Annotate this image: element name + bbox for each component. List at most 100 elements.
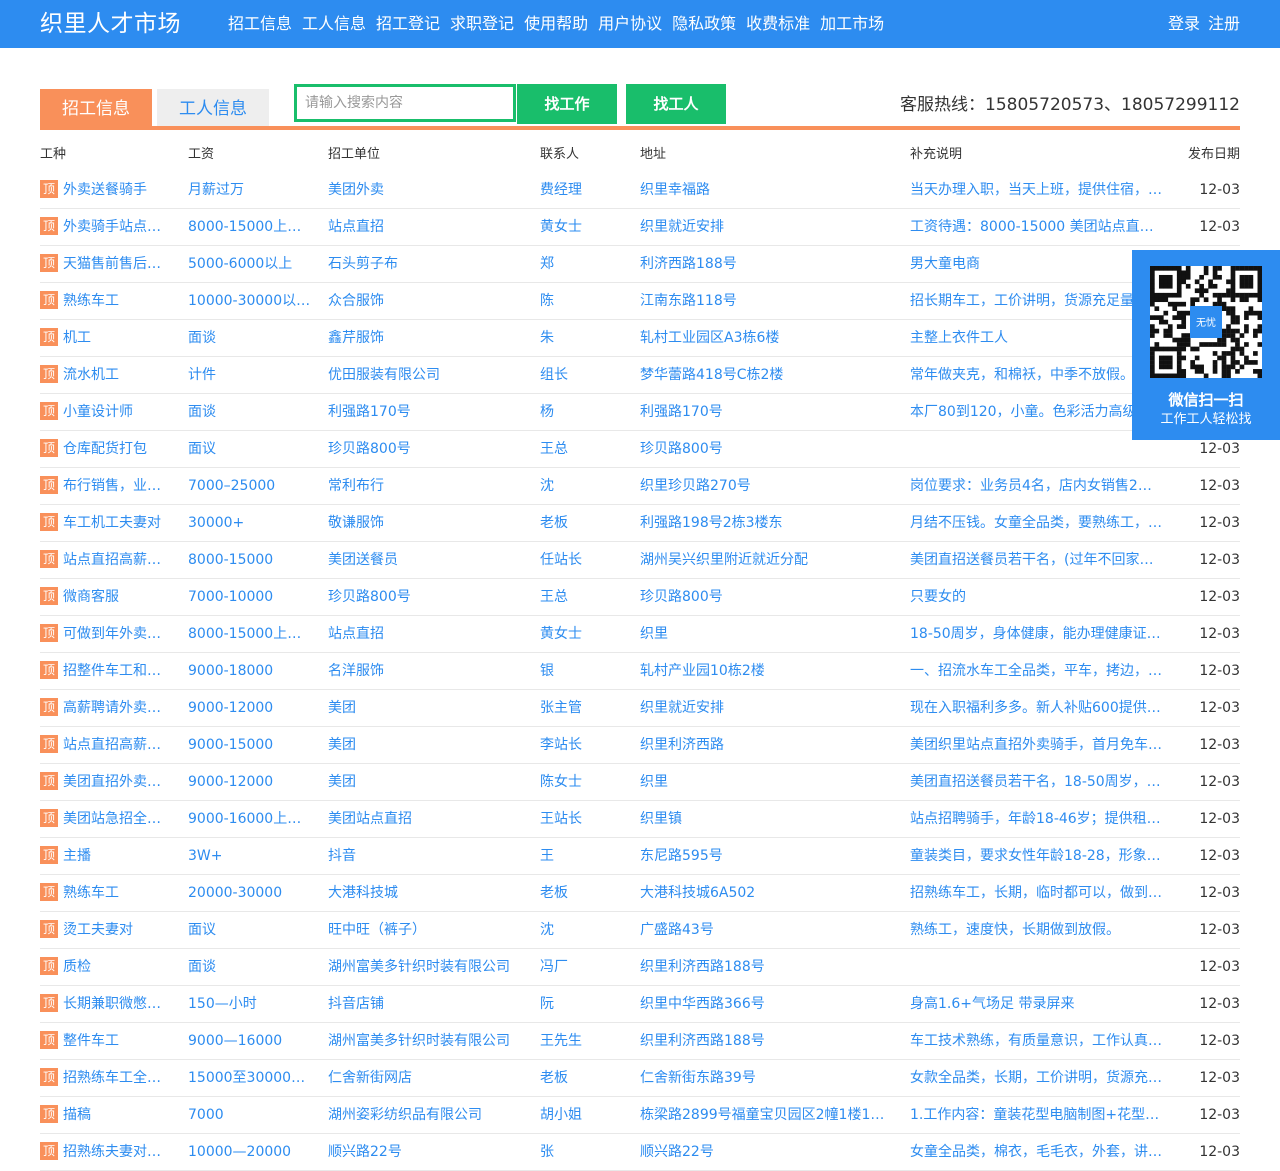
- cell-wage[interactable]: 20000-30000: [188, 875, 312, 911]
- cell-note[interactable]: 只要女的: [910, 579, 1165, 615]
- cell-wage[interactable]: 10000-30000以…: [188, 283, 312, 319]
- cell-job-type[interactable]: 顶招熟练车工全…: [40, 1060, 175, 1096]
- cell-job-type[interactable]: 顶流水机工: [40, 357, 175, 393]
- cell-address[interactable]: 轧村产业园10栋2楼: [640, 653, 890, 689]
- cell-address[interactable]: 织里利济西路: [640, 727, 890, 763]
- cell-company[interactable]: 站点直招: [328, 209, 528, 245]
- cell-company[interactable]: 敬谦服饰: [328, 505, 528, 541]
- cell-job-type[interactable]: 顶可做到年外卖…: [40, 616, 175, 652]
- cell-address[interactable]: 大港科技城6A502: [640, 875, 890, 911]
- cell-wage[interactable]: 9000-12000: [188, 764, 312, 800]
- cell-address[interactable]: 织里: [640, 764, 890, 800]
- table-row[interactable]: 顶流水机工 计件 优田服装有限公司 组长 梦华蕾路418号C栋2楼 常年做夹克，和棉袄，中…: [40, 357, 1240, 394]
- cell-wage[interactable]: 计件: [188, 357, 312, 393]
- cell-wage[interactable]: 8000-15000: [188, 542, 312, 578]
- cell-wage[interactable]: 9000-18000: [188, 653, 312, 689]
- cell-address[interactable]: 广盛路43号: [640, 912, 890, 948]
- cell-contact[interactable]: 沈: [540, 468, 630, 504]
- cell-wage[interactable]: 30000+: [188, 505, 312, 541]
- job-type-text[interactable]: 烫工夫妻对: [63, 922, 133, 938]
- cell-contact[interactable]: 黄女士: [540, 616, 630, 652]
- cell-company[interactable]: 顺兴路22号: [328, 1134, 528, 1170]
- cell-address[interactable]: 利强路170号: [640, 394, 890, 430]
- cell-wage[interactable]: 面议: [188, 431, 312, 467]
- job-type-text[interactable]: 招整件车工和…: [63, 663, 161, 679]
- table-row[interactable]: 顶主播 3W+ 抖音王东尼路595号 童装类目，要求女性年龄18-28，形象… 12-0…: [40, 838, 1240, 875]
- table-row[interactable]: 顶招熟练车工全… 15000至30000… 仁舍新街网店 老板 仁舍新街东路39号 女款全…: [40, 1060, 1240, 1097]
- nav-privacy-policy[interactable]: 隐私政策: [672, 12, 736, 36]
- cell-job-type[interactable]: 顶烫工夫妻对: [40, 912, 175, 948]
- cell-address[interactable]: 织里镇: [640, 801, 890, 837]
- cell-note[interactable]: 18-50周岁，身体健康，能办理健康证…: [910, 616, 1165, 652]
- table-row[interactable]: 顶站点直招高薪… 8000-15000 美团送餐员 任站长 湖州吴兴织里附近就近分配 美团…: [40, 542, 1240, 579]
- cell-note[interactable]: 招熟练车工，长期，临时都可以，做到…: [910, 875, 1165, 911]
- cell-contact[interactable]: 王: [540, 838, 630, 874]
- job-type-text[interactable]: 站点直招高薪…: [63, 737, 161, 753]
- cell-contact[interactable]: 黄女士: [540, 209, 630, 245]
- cell-job-type[interactable]: 顶招整件车工和…: [40, 653, 175, 689]
- cell-job-type[interactable]: 顶小童设计师: [40, 394, 175, 430]
- table-row[interactable]: 顶外卖骑手站点… 8000-15000上不… 站点直招 黄女士 织里就近安排 工资待遇：8…: [40, 209, 1240, 246]
- nav-job-info[interactable]: 招工信息: [228, 12, 292, 36]
- cell-contact[interactable]: 王总: [540, 579, 630, 615]
- cell-address[interactable]: 顺兴路22号: [640, 1134, 890, 1170]
- cell-company[interactable]: 美团: [328, 690, 528, 726]
- cell-note[interactable]: 月结不压钱。女童全品类，要熟练工，…: [910, 505, 1165, 541]
- cell-contact[interactable]: 银: [540, 653, 630, 689]
- cell-note[interactable]: 女款全品类，长期，工价讲明，货源充…: [910, 1060, 1165, 1096]
- job-type-text[interactable]: 长期兼职微憋…: [63, 996, 161, 1012]
- table-row[interactable]: 顶布行销售，业… 7000–25000 常利布行沈织里珍贝路270号 岗位要求：业务员…: [40, 468, 1240, 505]
- cell-company[interactable]: 大港科技城: [328, 875, 528, 911]
- cell-contact[interactable]: 老板: [540, 875, 630, 911]
- cell-contact[interactable]: 李站长: [540, 727, 630, 763]
- table-row[interactable]: 顶天猫售前售后… 5000-6000以上 石头剪子布郑利济西路188号 男大童电商: [40, 246, 1240, 283]
- cell-note[interactable]: 车工技术熟练，有质量意识，工作认真…: [910, 1023, 1165, 1059]
- table-row[interactable]: 顶美团站急招全… 9000-16000上不… 美团站点直招 王站长 织里镇 站点招聘骑手，…: [40, 801, 1240, 838]
- cell-job-type[interactable]: 顶描稿: [40, 1097, 175, 1133]
- cell-job-type[interactable]: 顶微商客服: [40, 579, 175, 615]
- cell-company[interactable]: 众合服饰: [328, 283, 528, 319]
- table-row[interactable]: 顶车工机工夫妻对 30000+ 敬谦服饰 老板 利强路198号2栋3楼东 月结不压钱。女童…: [40, 505, 1240, 542]
- cell-address[interactable]: 利济西路188号: [640, 246, 890, 282]
- cell-contact[interactable]: 郑: [540, 246, 630, 282]
- job-type-text[interactable]: 整件车工: [63, 1033, 119, 1049]
- cell-address[interactable]: 珍贝路800号: [640, 431, 890, 467]
- cell-note[interactable]: 当天办理入职，当天上班，提供住宿，…: [910, 172, 1165, 208]
- cell-contact[interactable]: 组长: [540, 357, 630, 393]
- cell-address[interactable]: 湖州吴兴织里附近就近分配: [640, 542, 890, 578]
- cell-contact[interactable]: 朱: [540, 320, 630, 356]
- cell-wage[interactable]: 3W+: [188, 838, 312, 874]
- job-type-text[interactable]: 小童设计师: [63, 404, 133, 420]
- nav-processing-market[interactable]: 加工市场: [820, 12, 884, 36]
- cell-note[interactable]: 童装类目，要求女性年龄18-28，形象…: [910, 838, 1165, 874]
- cell-job-type[interactable]: 顶长期兼职微憋…: [40, 986, 175, 1022]
- cell-note[interactable]: 本厂80到120，小童。色彩活力高级: [910, 394, 1165, 430]
- cell-job-type[interactable]: 顶美团直招外卖…: [40, 764, 175, 800]
- cell-job-type[interactable]: 顶天猫售前售后…: [40, 246, 175, 282]
- cell-company[interactable]: 仁舍新街网店: [328, 1060, 528, 1096]
- cell-address[interactable]: 织里: [640, 616, 890, 652]
- cell-contact[interactable]: 沈: [540, 912, 630, 948]
- cell-contact[interactable]: 阮: [540, 986, 630, 1022]
- register-link[interactable]: 注册: [1208, 12, 1240, 36]
- cell-job-type[interactable]: 顶熟练车工: [40, 875, 175, 911]
- cell-company[interactable]: 鑫芹服饰: [328, 320, 528, 356]
- cell-company[interactable]: 常利布行: [328, 468, 528, 504]
- cell-wage[interactable]: 9000-15000: [188, 727, 312, 763]
- table-row[interactable]: 顶站点直招高薪… 9000-15000 美团 李站长 织里利济西路 美团织里站点直招外卖骑…: [40, 727, 1240, 764]
- cell-note[interactable]: 工资待遇：8000-15000 美团站点直招…: [910, 209, 1165, 245]
- cell-address[interactable]: 织里利济西路188号: [640, 1023, 890, 1059]
- job-type-text[interactable]: 招熟练夫妻对…: [63, 1144, 161, 1160]
- cell-contact[interactable]: 陈女士: [540, 764, 630, 800]
- job-type-text[interactable]: 布行销售，业…: [63, 478, 161, 494]
- job-type-text[interactable]: 可做到年外卖…: [63, 626, 161, 642]
- nav-help[interactable]: 使用帮助: [524, 12, 588, 36]
- cell-job-type[interactable]: 顶车工机工夫妻对: [40, 505, 175, 541]
- table-row[interactable]: 顶质检 面谈 湖州富美多针织时装有限公司 冯厂 织里利济西路188号 12-03: [40, 949, 1240, 986]
- cell-contact[interactable]: 老板: [540, 505, 630, 541]
- cell-address[interactable]: 东尼路595号: [640, 838, 890, 874]
- table-row[interactable]: 顶微商客服 7000-10000 珍贝路800号 王总 珍贝路800号 只要女的 12-03: [40, 579, 1240, 616]
- cell-company[interactable]: 美团送餐员: [328, 542, 528, 578]
- cell-note[interactable]: 男大童电商: [910, 246, 1165, 282]
- cell-job-type[interactable]: 顶高薪聘请外卖…: [40, 690, 175, 726]
